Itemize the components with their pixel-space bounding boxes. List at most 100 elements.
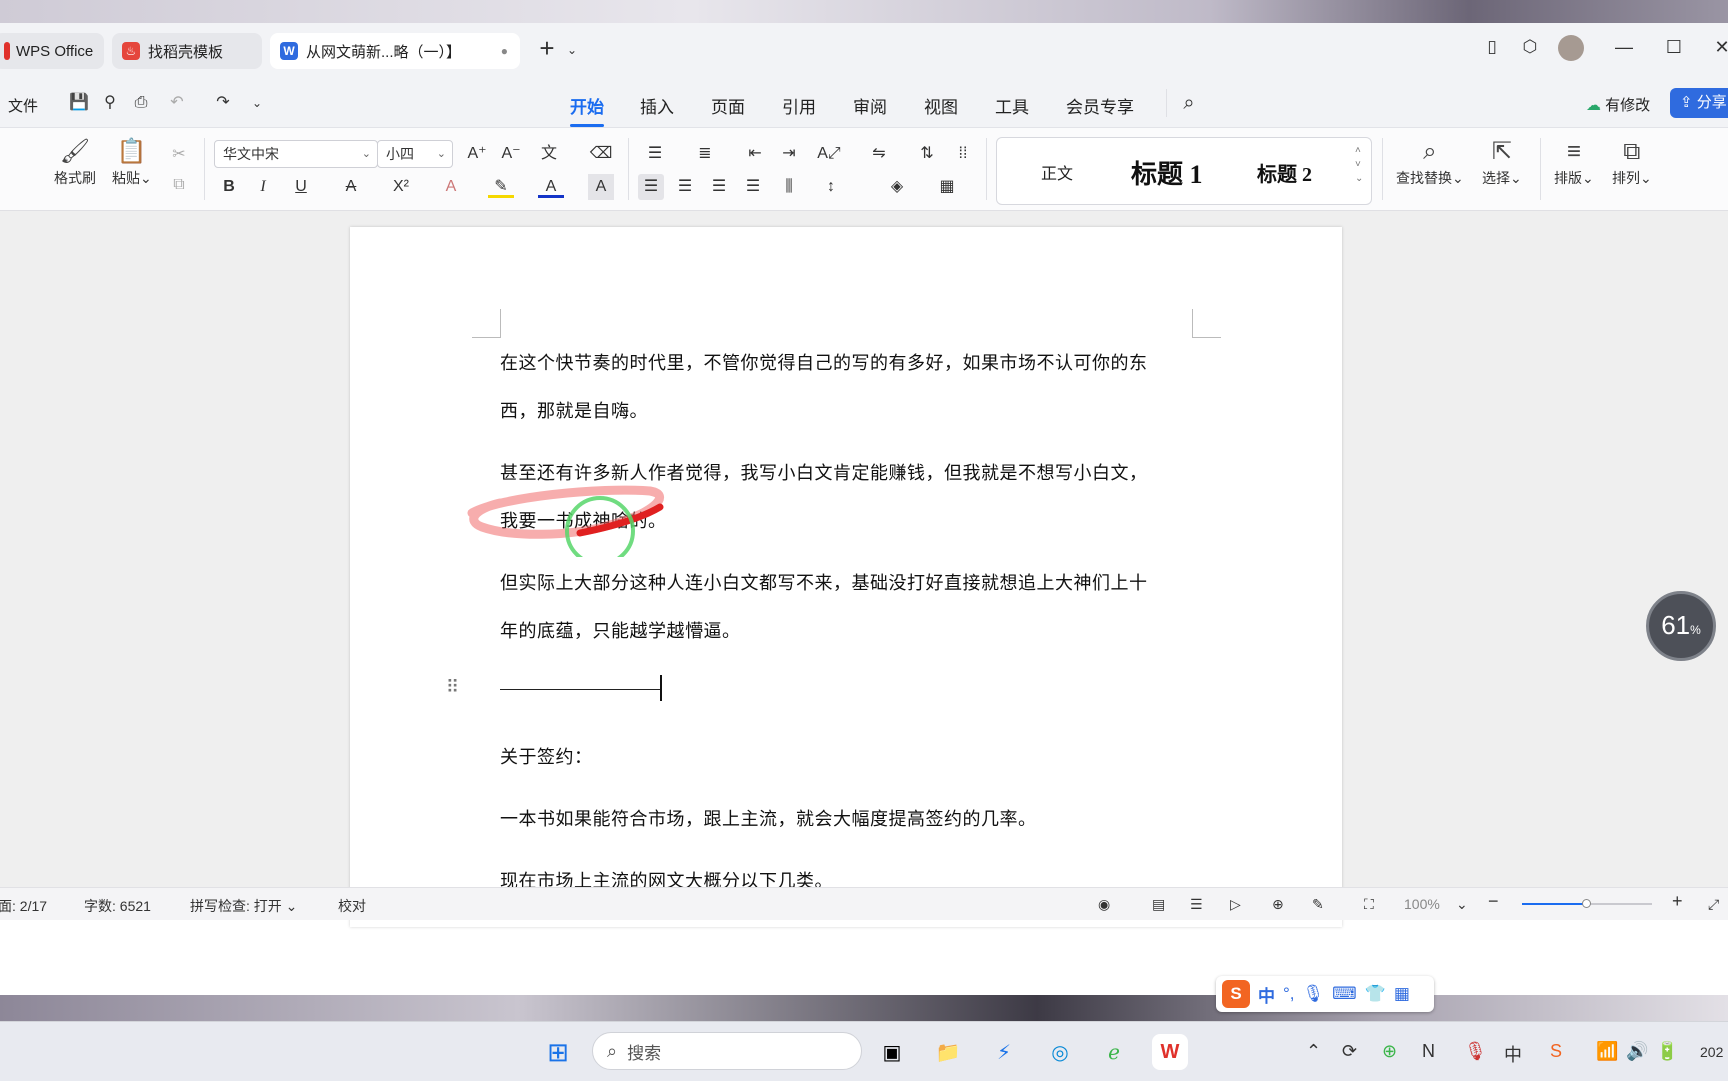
file-explorer-icon[interactable]: 📁: [930, 1034, 966, 1070]
bullet-list-icon[interactable]: ☰: [642, 141, 668, 167]
tab-wps-office[interactable]: WPS Office: [0, 33, 104, 69]
decrease-indent-icon[interactable]: ⇤: [742, 141, 768, 167]
zoom-out-icon[interactable]: −: [1488, 891, 1499, 912]
redo-icon[interactable]: ↷: [210, 90, 236, 116]
spell-check-toggle[interactable]: 拼写检查: 打开 ⌄: [190, 896, 297, 916]
task-view-icon[interactable]: ▣: [874, 1034, 910, 1070]
bold-icon[interactable]: B: [216, 174, 242, 200]
italic-icon[interactable]: I: [250, 174, 276, 200]
undo-icon[interactable]: ↶: [164, 90, 190, 116]
char-shading-icon[interactable]: A: [588, 174, 614, 200]
styles-scroll-icon[interactable]: ˄ ˅ ⌄: [1355, 144, 1363, 186]
menu-page[interactable]: 页面: [711, 93, 745, 118]
doc-paragraph[interactable]: 一本书如果能符合市场，跟上主流，就会大幅度提高签约的几率。: [500, 805, 1037, 831]
align-center-icon[interactable]: ☰: [672, 174, 698, 200]
doc-paragraph[interactable]: 关于签约：: [500, 743, 593, 769]
style-heading-2[interactable]: 标题 2: [1257, 158, 1312, 187]
fit-page-icon[interactable]: ⛶: [1364, 896, 1374, 913]
zoom-slider[interactable]: [1522, 899, 1652, 908]
cube-icon[interactable]: ⬡: [1516, 37, 1544, 57]
performance-widget[interactable]: 61%: [1646, 591, 1716, 661]
document-page[interactable]: 在这个快节奏的时代里，不管你觉得自己的写的有多好，如果市场不认可你的东 西，那就…: [350, 227, 1342, 927]
sort-az-icon[interactable]: ⇅: [914, 141, 940, 167]
unsaved-dot-icon[interactable]: ●: [501, 44, 508, 58]
drag-handle-icon[interactable]: ⠿: [446, 677, 459, 698]
battery-icon[interactable]: 🔋: [1656, 1041, 1678, 1062]
cut-icon[interactable]: ✂: [166, 142, 192, 168]
keyboard-icon[interactable]: ⌨: [1332, 984, 1357, 1004]
share-button[interactable]: ⇪ 分享: [1670, 88, 1728, 118]
page-indicator[interactable]: 面: 2/17: [0, 896, 47, 916]
shading-icon[interactable]: ◈: [884, 174, 910, 200]
align-right-icon[interactable]: ☰: [706, 174, 732, 200]
show-marks-icon[interactable]: ⁞⁞: [950, 141, 976, 167]
edge-browser-icon[interactable]: ◎: [1042, 1034, 1078, 1070]
link-icon[interactable]: ⚲: [97, 90, 123, 116]
arrange-button[interactable]: ⧉ 排列⌄: [1612, 136, 1652, 188]
font-name-select[interactable]: 华文中宋 ⌄: [214, 140, 378, 168]
format-painter-button[interactable]: 🖌 格式刷: [54, 136, 96, 188]
ie-browser-icon[interactable]: ℯ: [1096, 1034, 1132, 1070]
sync-icon[interactable]: ⟳: [1342, 1041, 1357, 1062]
app-lightning-icon[interactable]: ⚡: [986, 1034, 1022, 1070]
font-color-icon[interactable]: A: [538, 174, 564, 198]
pen-icon[interactable]: ✎: [1312, 896, 1324, 913]
close-icon[interactable]: ✕: [1708, 37, 1728, 58]
decrease-font-icon[interactable]: A⁻: [498, 141, 524, 167]
text-effect-icon[interactable]: A: [438, 174, 464, 200]
tray-overflow-icon[interactable]: ⌃: [1306, 1041, 1321, 1062]
borders-icon[interactable]: ▦: [934, 174, 960, 200]
menu-tools[interactable]: 工具: [995, 93, 1029, 118]
zoom-level[interactable]: 100%: [1404, 896, 1440, 912]
reading-mode-icon[interactable]: ▯: [1478, 37, 1506, 57]
phonetic-guide-icon[interactable]: 文: [536, 141, 562, 167]
zoom-slider-thumb[interactable]: [1582, 899, 1591, 908]
menu-references[interactable]: 引用: [782, 93, 816, 118]
numbered-list-icon[interactable]: ≣: [692, 141, 718, 167]
menu-member[interactable]: 会员专享: [1066, 93, 1134, 118]
layout-button[interactable]: ≡ 排版⌄: [1554, 136, 1594, 188]
new-tab-icon[interactable]: +: [533, 33, 561, 64]
tab-list-chevron-icon[interactable]: ⌄: [558, 43, 586, 57]
proofread-button[interactable]: 校对: [338, 896, 366, 916]
punctuation-icon[interactable]: °,: [1283, 984, 1295, 1004]
tab-current-document[interactable]: W 从网文萌新...略（一）】 ●: [270, 33, 520, 69]
toolbox-icon[interactable]: ▦: [1394, 984, 1410, 1004]
doc-paragraph[interactable]: 年的底蕴，只能越学越懵逼。: [500, 617, 741, 643]
sort-icon[interactable]: ⇋: [866, 141, 892, 167]
menu-insert[interactable]: 插入: [640, 93, 674, 118]
tray-n-icon[interactable]: Ν: [1422, 1041, 1435, 1062]
wifi-icon[interactable]: 📶: [1596, 1041, 1618, 1062]
font-size-select[interactable]: 小四 ⌄: [377, 140, 453, 168]
tab-docer-templates[interactable]: ♨ 找稻壳模板: [112, 33, 262, 69]
clear-format-icon[interactable]: ⌫: [588, 141, 614, 167]
word-count[interactable]: 字数: 6521: [84, 896, 151, 916]
minimize-icon[interactable]: —: [1610, 37, 1638, 58]
find-replace-button[interactable]: ⌕ 查找替换⌄: [1396, 136, 1464, 188]
print-preview-icon[interactable]: ⎙: [128, 90, 154, 116]
doc-paragraph[interactable]: 但实际上大部分这种人连小白文都写不来，基础没打好直接就想追上大神们上十: [500, 569, 1148, 595]
eye-icon[interactable]: ◉: [1098, 896, 1110, 913]
tray-sogou-icon[interactable]: S: [1550, 1041, 1562, 1062]
highlight-icon[interactable]: ✎: [488, 174, 514, 198]
text-direction-icon[interactable]: A⤢: [816, 141, 842, 167]
superscript-icon[interactable]: X²: [388, 174, 414, 200]
volume-icon[interactable]: 🔊: [1626, 1041, 1648, 1062]
increase-indent-icon[interactable]: ⇥: [776, 141, 802, 167]
quick-access-chevron-icon[interactable]: ⌄: [244, 90, 270, 116]
line-spacing-icon[interactable]: ↕: [818, 174, 844, 200]
maximize-icon[interactable]: ☐: [1660, 37, 1688, 58]
web-view-icon[interactable]: ⊕: [1272, 896, 1284, 913]
justify-icon[interactable]: ☰: [740, 174, 766, 200]
file-menu[interactable]: 文件: [8, 95, 38, 116]
fullscreen-icon[interactable]: ⤢: [1708, 896, 1719, 913]
play-icon[interactable]: ▷: [1230, 896, 1241, 913]
select-button[interactable]: ⇱ 选择⌄: [1482, 136, 1522, 188]
skin-icon[interactable]: 👕: [1365, 984, 1386, 1004]
distribute-icon[interactable]: ⫼: [776, 174, 802, 200]
sogou-logo-icon[interactable]: S: [1222, 980, 1250, 1008]
page-view-icon[interactable]: ▤: [1152, 896, 1165, 913]
wps-taskbar-icon[interactable]: W: [1152, 1034, 1188, 1070]
tray-ime-icon[interactable]: 中: [1504, 1041, 1522, 1067]
menu-review[interactable]: 审阅: [853, 93, 887, 118]
